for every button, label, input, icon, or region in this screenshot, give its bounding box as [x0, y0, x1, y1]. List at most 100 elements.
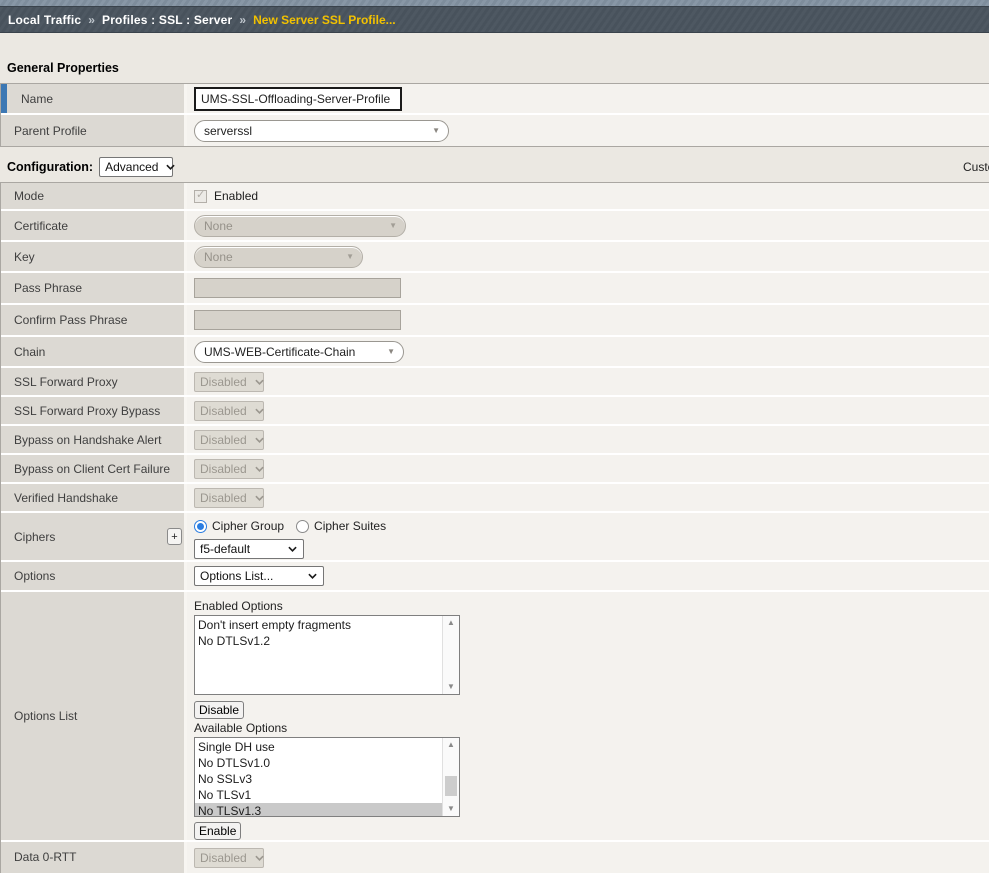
confirm-pass-phrase-input	[194, 310, 401, 330]
list-item[interactable]: Single DH use	[195, 739, 442, 755]
ciphers-label: Ciphers	[14, 530, 55, 544]
ssl-forward-proxy-label: SSL Forward Proxy	[14, 375, 118, 389]
options-select[interactable]: Options List...	[194, 566, 324, 586]
name-input[interactable]	[194, 87, 402, 111]
chevron-down-icon: ▼	[346, 252, 354, 261]
bypass-on-client-cert-failure-select: Disabled	[194, 459, 264, 479]
scrollbar[interactable]: ▲ ▼	[442, 738, 459, 816]
cipher-group-select[interactable]: f5-default	[194, 539, 304, 559]
name-value-cell	[187, 84, 989, 113]
options-label: Options	[14, 569, 55, 583]
top-navigation-bar: Local Traffic » Profiles : SSL : Server …	[0, 0, 989, 33]
key-label: Key	[14, 250, 35, 264]
table-row-options-list: Options List Enabled Options Don't inser…	[1, 592, 989, 842]
pass-phrase-input	[194, 278, 401, 298]
general-properties-table: Name Parent Profile serverssl ▼	[0, 83, 989, 147]
table-row: Parent Profile serverssl ▼	[1, 115, 989, 146]
table-row-ssl-forward-proxy: SSL Forward Proxy Disabled	[1, 368, 989, 397]
chevron-down-icon	[255, 437, 264, 443]
scrollbar-thumb[interactable]	[445, 776, 457, 796]
topbar-stripe	[0, 0, 989, 7]
cipher-suites-radio-label: Cipher Suites	[314, 519, 386, 533]
chevron-down-icon	[255, 466, 264, 472]
options-list-label: Options List	[14, 709, 77, 723]
list-item[interactable]: No DTLSv1.0	[195, 755, 442, 771]
scroll-down-icon[interactable]: ▼	[443, 803, 459, 815]
name-label-cell: Name	[1, 84, 187, 113]
chevron-down-icon	[255, 408, 264, 414]
table-row-confirm-pass-phrase: Confirm Pass Phrase	[1, 305, 989, 337]
chain-select[interactable]: UMS-WEB-Certificate-Chain ▼	[194, 341, 404, 363]
parent-profile-select[interactable]: serverssl ▼	[194, 120, 449, 142]
ciphers-expand-button[interactable]: +	[167, 528, 182, 545]
chevron-down-icon	[255, 855, 264, 861]
chevron-down-icon	[255, 495, 264, 501]
list-item[interactable]: Don't insert empty fragments	[195, 617, 442, 633]
breadcrumb-separator-icon: »	[239, 13, 246, 27]
enable-button[interactable]: Enable	[194, 822, 241, 840]
enabled-options-title: Enabled Options	[194, 598, 283, 614]
table-row-mode: Mode ✓ Enabled	[1, 183, 989, 211]
check-icon: ✓	[196, 188, 205, 201]
certificate-select: None ▼	[194, 215, 406, 237]
bypass-on-handshake-alert-label: Bypass on Handshake Alert	[14, 433, 161, 447]
bypass-on-handshake-alert-select: Disabled	[194, 430, 264, 450]
required-indicator	[1, 84, 7, 113]
ssl-forward-proxy-select: Disabled	[194, 372, 264, 392]
list-item[interactable]: No TLSv1	[195, 787, 442, 803]
configuration-header: Configuration: Advanced	[7, 157, 989, 177]
ssl-forward-proxy-bypass-select: Disabled	[194, 401, 264, 421]
general-properties-title: General Properties	[7, 61, 989, 75]
table-row-ssl-forward-proxy-bypass: SSL Forward Proxy Bypass Disabled	[1, 397, 989, 426]
table-row-pass-phrase: Pass Phrase	[1, 273, 989, 305]
table-row-options: Options Options List...	[1, 562, 989, 592]
scrollbar[interactable]: ▲ ▼	[442, 616, 459, 694]
available-options-listbox[interactable]: Single DH use No DTLSv1.0 No SSLv3 No TL…	[194, 737, 460, 817]
scroll-up-icon[interactable]: ▲	[443, 617, 459, 629]
cipher-group-radio[interactable]	[194, 520, 207, 533]
list-item[interactable]: No SSLv3	[195, 771, 442, 787]
chain-label: Chain	[14, 345, 45, 359]
chevron-down-icon	[308, 573, 317, 579]
confirm-pass-phrase-label: Confirm Pass Phrase	[14, 313, 127, 327]
bypass-on-client-cert-failure-label: Bypass on Client Cert Failure	[14, 462, 170, 476]
mode-label: Mode	[14, 189, 44, 203]
configuration-level-select[interactable]: Advanced	[99, 157, 173, 177]
key-select: None ▼	[194, 246, 363, 268]
cipher-group-value: f5-default	[200, 542, 250, 556]
breadcrumb-local-traffic[interactable]: Local Traffic	[8, 13, 81, 27]
disable-button[interactable]: Disable	[194, 701, 244, 719]
mode-checkbox-label: Enabled	[214, 189, 258, 203]
cipher-group-radio-label: Cipher Group	[212, 519, 284, 533]
breadcrumb: Local Traffic » Profiles : SSL : Server …	[0, 7, 989, 32]
breadcrumb-profiles-ssl-server[interactable]: Profiles : SSL : Server	[102, 13, 232, 27]
list-item-selected[interactable]: No TLSv1.3	[195, 803, 442, 817]
certificate-label: Certificate	[14, 219, 68, 233]
table-row-verified-handshake: Verified Handshake Disabled	[1, 484, 989, 513]
table-row-certificate: Certificate None ▼	[1, 211, 989, 242]
verified-handshake-select: Disabled	[194, 488, 264, 508]
verified-handshake-label: Verified Handshake	[14, 491, 118, 505]
chevron-down-icon	[166, 164, 175, 170]
table-row-ciphers: Ciphers + Cipher Group Cipher Suites f5-…	[1, 513, 989, 562]
configuration-label: Configuration:	[7, 160, 93, 174]
pass-phrase-label: Pass Phrase	[14, 281, 82, 295]
parent-profile-label: Parent Profile	[14, 124, 87, 138]
table-row-bypass-on-handshake-alert: Bypass on Handshake Alert Disabled	[1, 426, 989, 455]
configuration-table: Mode ✓ Enabled Certificate None ▼ Key No…	[0, 182, 989, 873]
scroll-up-icon[interactable]: ▲	[443, 739, 459, 751]
list-item[interactable]: No DTLSv1.2	[195, 633, 442, 649]
enabled-options-listbox[interactable]: Don't insert empty fragments No DTLSv1.2…	[194, 615, 460, 695]
chevron-down-icon	[255, 379, 264, 385]
options-value: Options List...	[200, 569, 273, 583]
data-0rtt-label: Data 0-RTT	[14, 850, 76, 864]
certificate-value: None	[204, 219, 233, 233]
scroll-down-icon[interactable]: ▼	[443, 681, 459, 693]
name-label: Name	[21, 92, 53, 106]
table-row-chain: Chain UMS-WEB-Certificate-Chain ▼	[1, 337, 989, 368]
table-row-data-0rtt: Data 0-RTT Disabled	[1, 842, 989, 873]
cipher-suites-radio[interactable]	[296, 520, 309, 533]
parent-profile-value-cell: serverssl ▼	[187, 115, 989, 146]
mode-checkbox: ✓	[194, 190, 207, 203]
ssl-forward-proxy-bypass-label: SSL Forward Proxy Bypass	[14, 404, 160, 418]
